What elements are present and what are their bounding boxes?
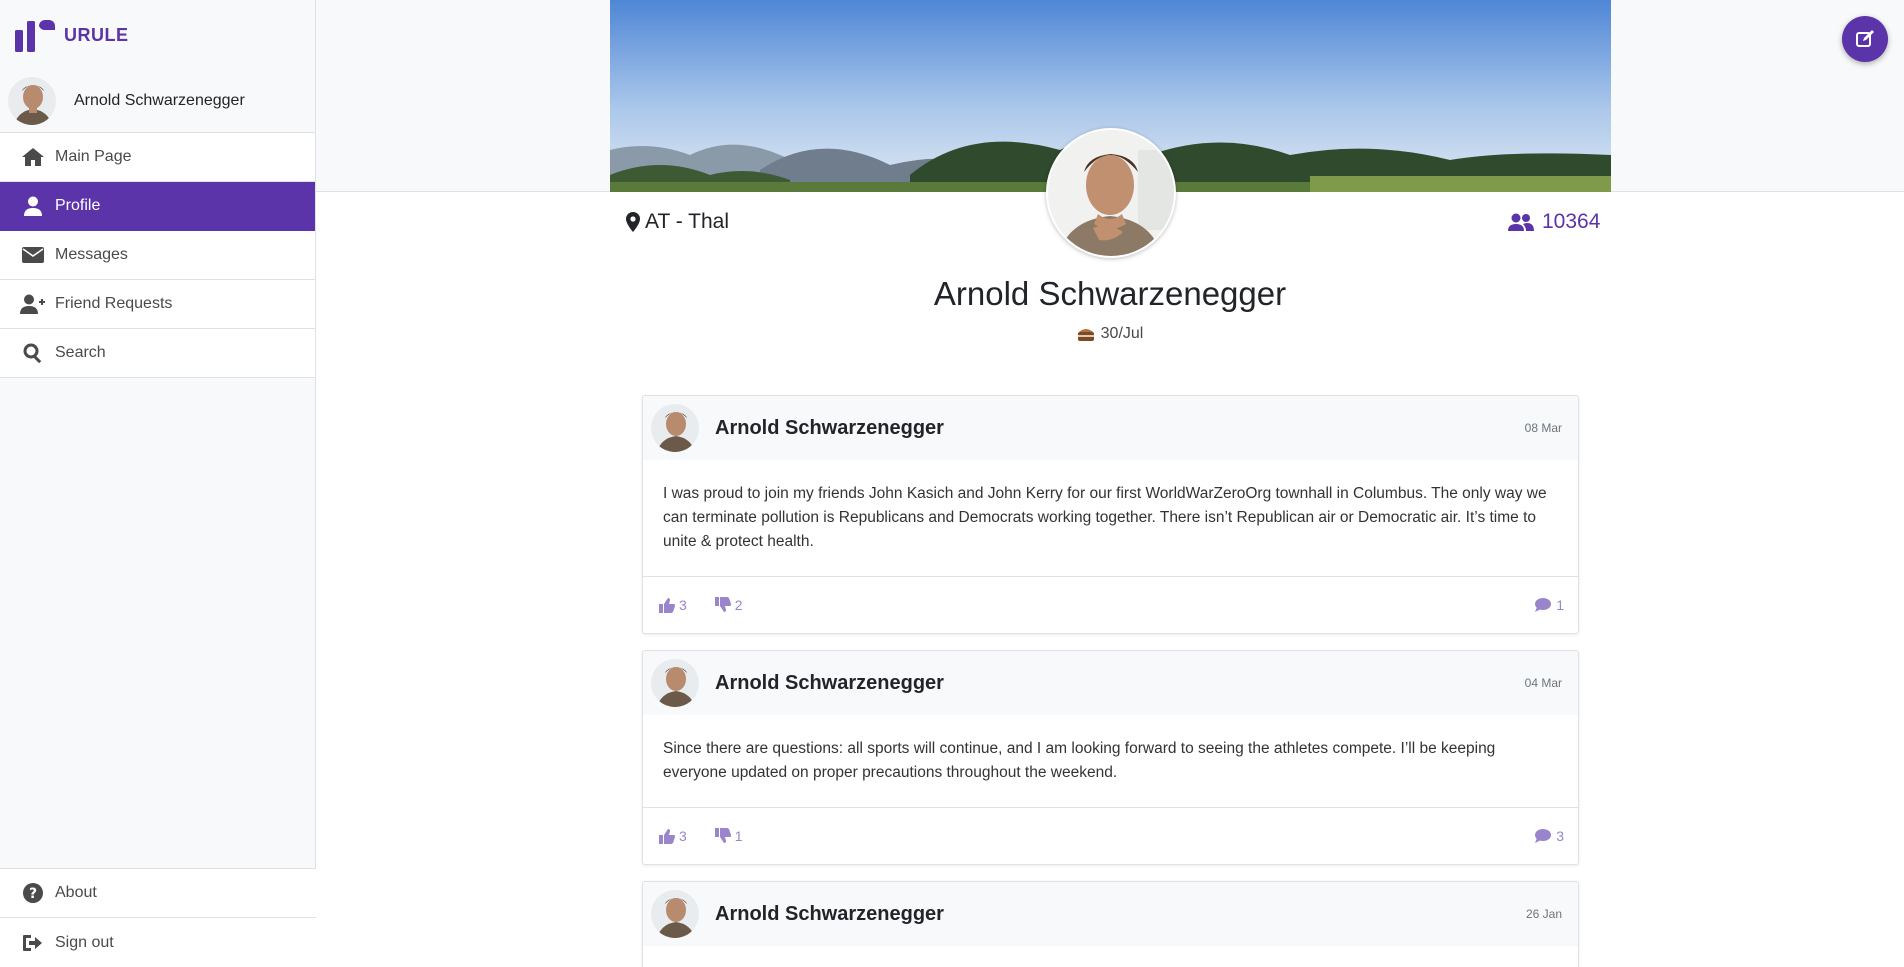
comment-count: 3: [1556, 828, 1564, 844]
sidebar-item-about[interactable]: ? About: [0, 869, 316, 918]
post-header: Arnold Schwarzenegger 26 Jan: [643, 882, 1578, 946]
brand-name: URULE: [64, 24, 129, 45]
sidebar-item-label: Search: [55, 344, 106, 361]
thumbs-up-icon: [659, 829, 675, 844]
avatar[interactable]: [651, 404, 699, 452]
post-actions: 3 2 1: [643, 577, 1578, 633]
post-date: 08 Mar: [1524, 421, 1562, 435]
profile-name: Arnold Schwarzenegger: [933, 275, 1287, 312]
comments-button[interactable]: 1: [1535, 597, 1564, 613]
post-date: 26 Jan: [1525, 907, 1562, 921]
post-card: Arnold Schwarzenegger 08 Mar I was proud…: [642, 395, 1579, 634]
dislike-count: 2: [734, 597, 743, 613]
profile-location: AT - Thal: [626, 210, 729, 234]
user-plus-icon: [20, 293, 46, 315]
post-text: I was proud to join my friends John Kasi…: [643, 460, 1578, 577]
map-marker-icon: [626, 212, 640, 232]
birthday-cake-icon: [1077, 329, 1094, 341]
sidebar-user-name: Arnold Schwarzenegger: [74, 92, 245, 109]
avatar: [8, 77, 56, 125]
thumbs-down-icon: [714, 597, 731, 612]
post-text: Since there are questions: all sports wi…: [643, 715, 1578, 808]
brand[interactable]: URULE: [0, 0, 315, 70]
sidebar-item-label: Sign out: [55, 933, 114, 951]
thumbs-down-icon: [714, 828, 731, 843]
users-icon: [1508, 213, 1534, 231]
svg-text:?: ?: [29, 886, 37, 902]
edit-profile-button[interactable]: [1842, 16, 1888, 62]
sidebar-item-profile[interactable]: Profile: [0, 182, 315, 231]
dislike-count: 1: [734, 828, 743, 844]
user-icon: [20, 195, 46, 217]
sidebar-item-sign-out[interactable]: Sign out: [0, 918, 316, 967]
profile-main: AT - Thal 10364 Arnold Schwarzenegger 30…: [316, 0, 1904, 967]
post-date: 04 Mar: [1524, 676, 1562, 690]
post-header: Arnold Schwarzenegger 08 Mar: [643, 396, 1578, 460]
post-header: Arnold Schwarzenegger 04 Mar: [643, 651, 1578, 715]
posts-feed: Arnold Schwarzenegger 08 Mar I was proud…: [642, 395, 1579, 967]
like-button[interactable]: 3: [659, 828, 687, 844]
sidebar-item-search[interactable]: Search: [0, 329, 315, 378]
sidebar-item-label: Main Page: [55, 148, 132, 165]
urule-logo-icon: [15, 20, 55, 52]
sidebar-item-label: Profile: [55, 197, 101, 214]
like-count: 3: [679, 597, 687, 613]
post-author[interactable]: Arnold Schwarzenegger: [715, 672, 1525, 695]
thumbs-up-icon: [659, 598, 675, 613]
sidebar-item-label: Friend Requests: [55, 295, 173, 312]
profile-avatar[interactable]: [1046, 128, 1176, 258]
home-icon: [20, 146, 46, 168]
profile-birthday: 30/Jul: [316, 325, 1904, 343]
like-count: 3: [679, 828, 687, 844]
comment-icon: [1535, 829, 1552, 843]
envelope-icon: [20, 244, 46, 266]
search-icon: [20, 342, 46, 364]
sidebar-item-messages[interactable]: Messages: [0, 231, 315, 280]
post-author[interactable]: Arnold Schwarzenegger: [715, 417, 1525, 440]
sidebar-user[interactable]: Arnold Schwarzenegger: [0, 70, 315, 133]
sign-out-icon: [20, 932, 46, 954]
dislike-button[interactable]: 1: [714, 828, 743, 844]
friends-count: 10364: [1542, 210, 1601, 233]
post-actions: 3 1 3: [643, 808, 1578, 864]
friends-count-link[interactable]: 10364: [1508, 210, 1600, 234]
question-circle-icon: ?: [20, 882, 46, 904]
post-card: Arnold Schwarzenegger 04 Mar Since there…: [642, 650, 1579, 865]
post-card: Arnold Schwarzenegger 26 Jan: [642, 881, 1579, 967]
sidebar-item-friend-requests[interactable]: Friend Requests: [0, 280, 315, 329]
sidebar-item-main-page[interactable]: Main Page: [0, 133, 315, 182]
avatar[interactable]: [651, 890, 699, 938]
edit-icon: [1856, 30, 1874, 47]
post-author[interactable]: Arnold Schwarzenegger: [715, 903, 1526, 926]
sidebar-item-label: About: [55, 884, 97, 901]
comment-icon: [1535, 598, 1552, 612]
birthday-text: 30/Jul: [1100, 325, 1144, 342]
post-text: [643, 946, 1578, 967]
sidebar-item-label: Messages: [55, 246, 128, 263]
dislike-button[interactable]: 2: [714, 597, 743, 613]
like-button[interactable]: 3: [659, 597, 687, 613]
comment-count: 1: [1556, 597, 1564, 613]
comments-button[interactable]: 3: [1535, 828, 1564, 844]
sidebar: URULE Arnold Schwarzenegger Main Page Pr…: [0, 0, 316, 967]
avatar[interactable]: [651, 659, 699, 707]
sidebar-bottom: ? About Sign out: [0, 868, 316, 967]
location-text: AT - Thal: [645, 210, 730, 233]
